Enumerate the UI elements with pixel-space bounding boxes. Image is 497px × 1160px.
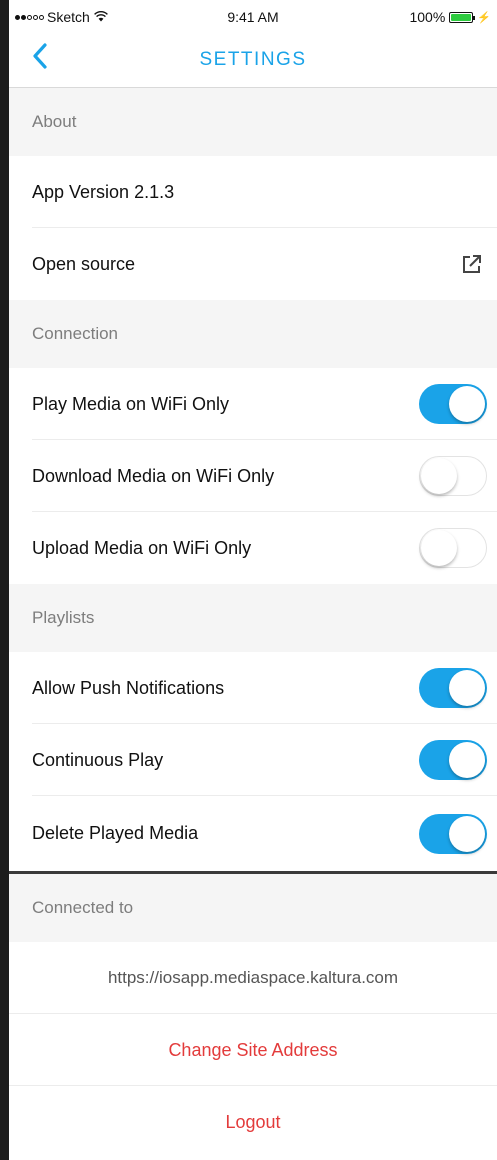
play-wifi-toggle[interactable] [419, 384, 487, 424]
navigation-bar: SETTINGS [9, 32, 497, 88]
settings-row-push-notifications: Allow Push Notifications [9, 652, 497, 724]
battery-percent: 100% [409, 9, 446, 25]
play-wifi-label: Play Media on WiFi Only [32, 393, 230, 414]
toggle-knob [449, 742, 485, 778]
battery-status: 100% ⚡ [409, 9, 491, 25]
site-url-row: https://iosapp.mediaspace.kaltura.com [9, 942, 497, 1014]
settings-row-download-wifi: Download Media on WiFi Only [9, 440, 497, 512]
status-bar: Sketch 9:41 AM 100% ⚡ [9, 0, 497, 32]
settings-row-upload-wifi: Upload Media on WiFi Only [9, 512, 497, 584]
upload-wifi-toggle[interactable] [419, 528, 487, 568]
battery-icon [449, 11, 476, 23]
settings-row-play-wifi: Play Media on WiFi Only [9, 368, 497, 440]
section-header-connected-to: Connected to [9, 874, 497, 942]
section-header-playlists: Playlists [9, 584, 497, 652]
logout-button[interactable]: Logout [9, 1086, 497, 1158]
continuous-play-toggle[interactable] [419, 740, 487, 780]
section-header-connection: Connection [9, 300, 497, 368]
toggle-knob [449, 670, 485, 706]
change-site-address-button[interactable]: Change Site Address [9, 1014, 497, 1086]
toggle-knob [449, 386, 485, 422]
app-version-label: App Version 2.1.3 [32, 181, 175, 202]
settings-row-delete-played: Delete Played Media [9, 796, 497, 871]
toggle-knob [449, 815, 485, 852]
push-notifications-toggle[interactable] [419, 668, 487, 708]
upload-wifi-label: Upload Media on WiFi Only [32, 537, 252, 558]
download-wifi-label: Download Media on WiFi Only [32, 465, 275, 486]
continuous-play-label: Continuous Play [32, 749, 164, 770]
logout-label: Logout [225, 1111, 281, 1132]
toggle-knob [421, 530, 457, 566]
page-title: SETTINGS [199, 49, 307, 70]
download-wifi-toggle[interactable] [419, 456, 487, 496]
charging-bolt-icon: ⚡ [477, 11, 491, 24]
change-site-address-label: Change Site Address [168, 1039, 338, 1060]
site-url: https://iosapp.mediaspace.kaltura.com [107, 968, 399, 987]
section-header-about: About [9, 88, 497, 156]
push-notifications-label: Allow Push Notifications [32, 677, 225, 698]
left-edge-bar [0, 0, 9, 1160]
open-source-label: Open source [32, 253, 136, 274]
delete-played-label: Delete Played Media [32, 823, 199, 843]
open-source-row[interactable]: Open source [9, 228, 497, 300]
external-link-icon [459, 251, 485, 277]
delete-played-toggle[interactable] [419, 813, 487, 854]
settings-screen: Sketch 9:41 AM 100% ⚡ SETTINGS About App… [9, 0, 497, 1160]
toggle-knob [421, 458, 457, 494]
settings-row-continuous-play: Continuous Play [9, 724, 497, 796]
app-version-row: App Version 2.1.3 [9, 156, 497, 228]
